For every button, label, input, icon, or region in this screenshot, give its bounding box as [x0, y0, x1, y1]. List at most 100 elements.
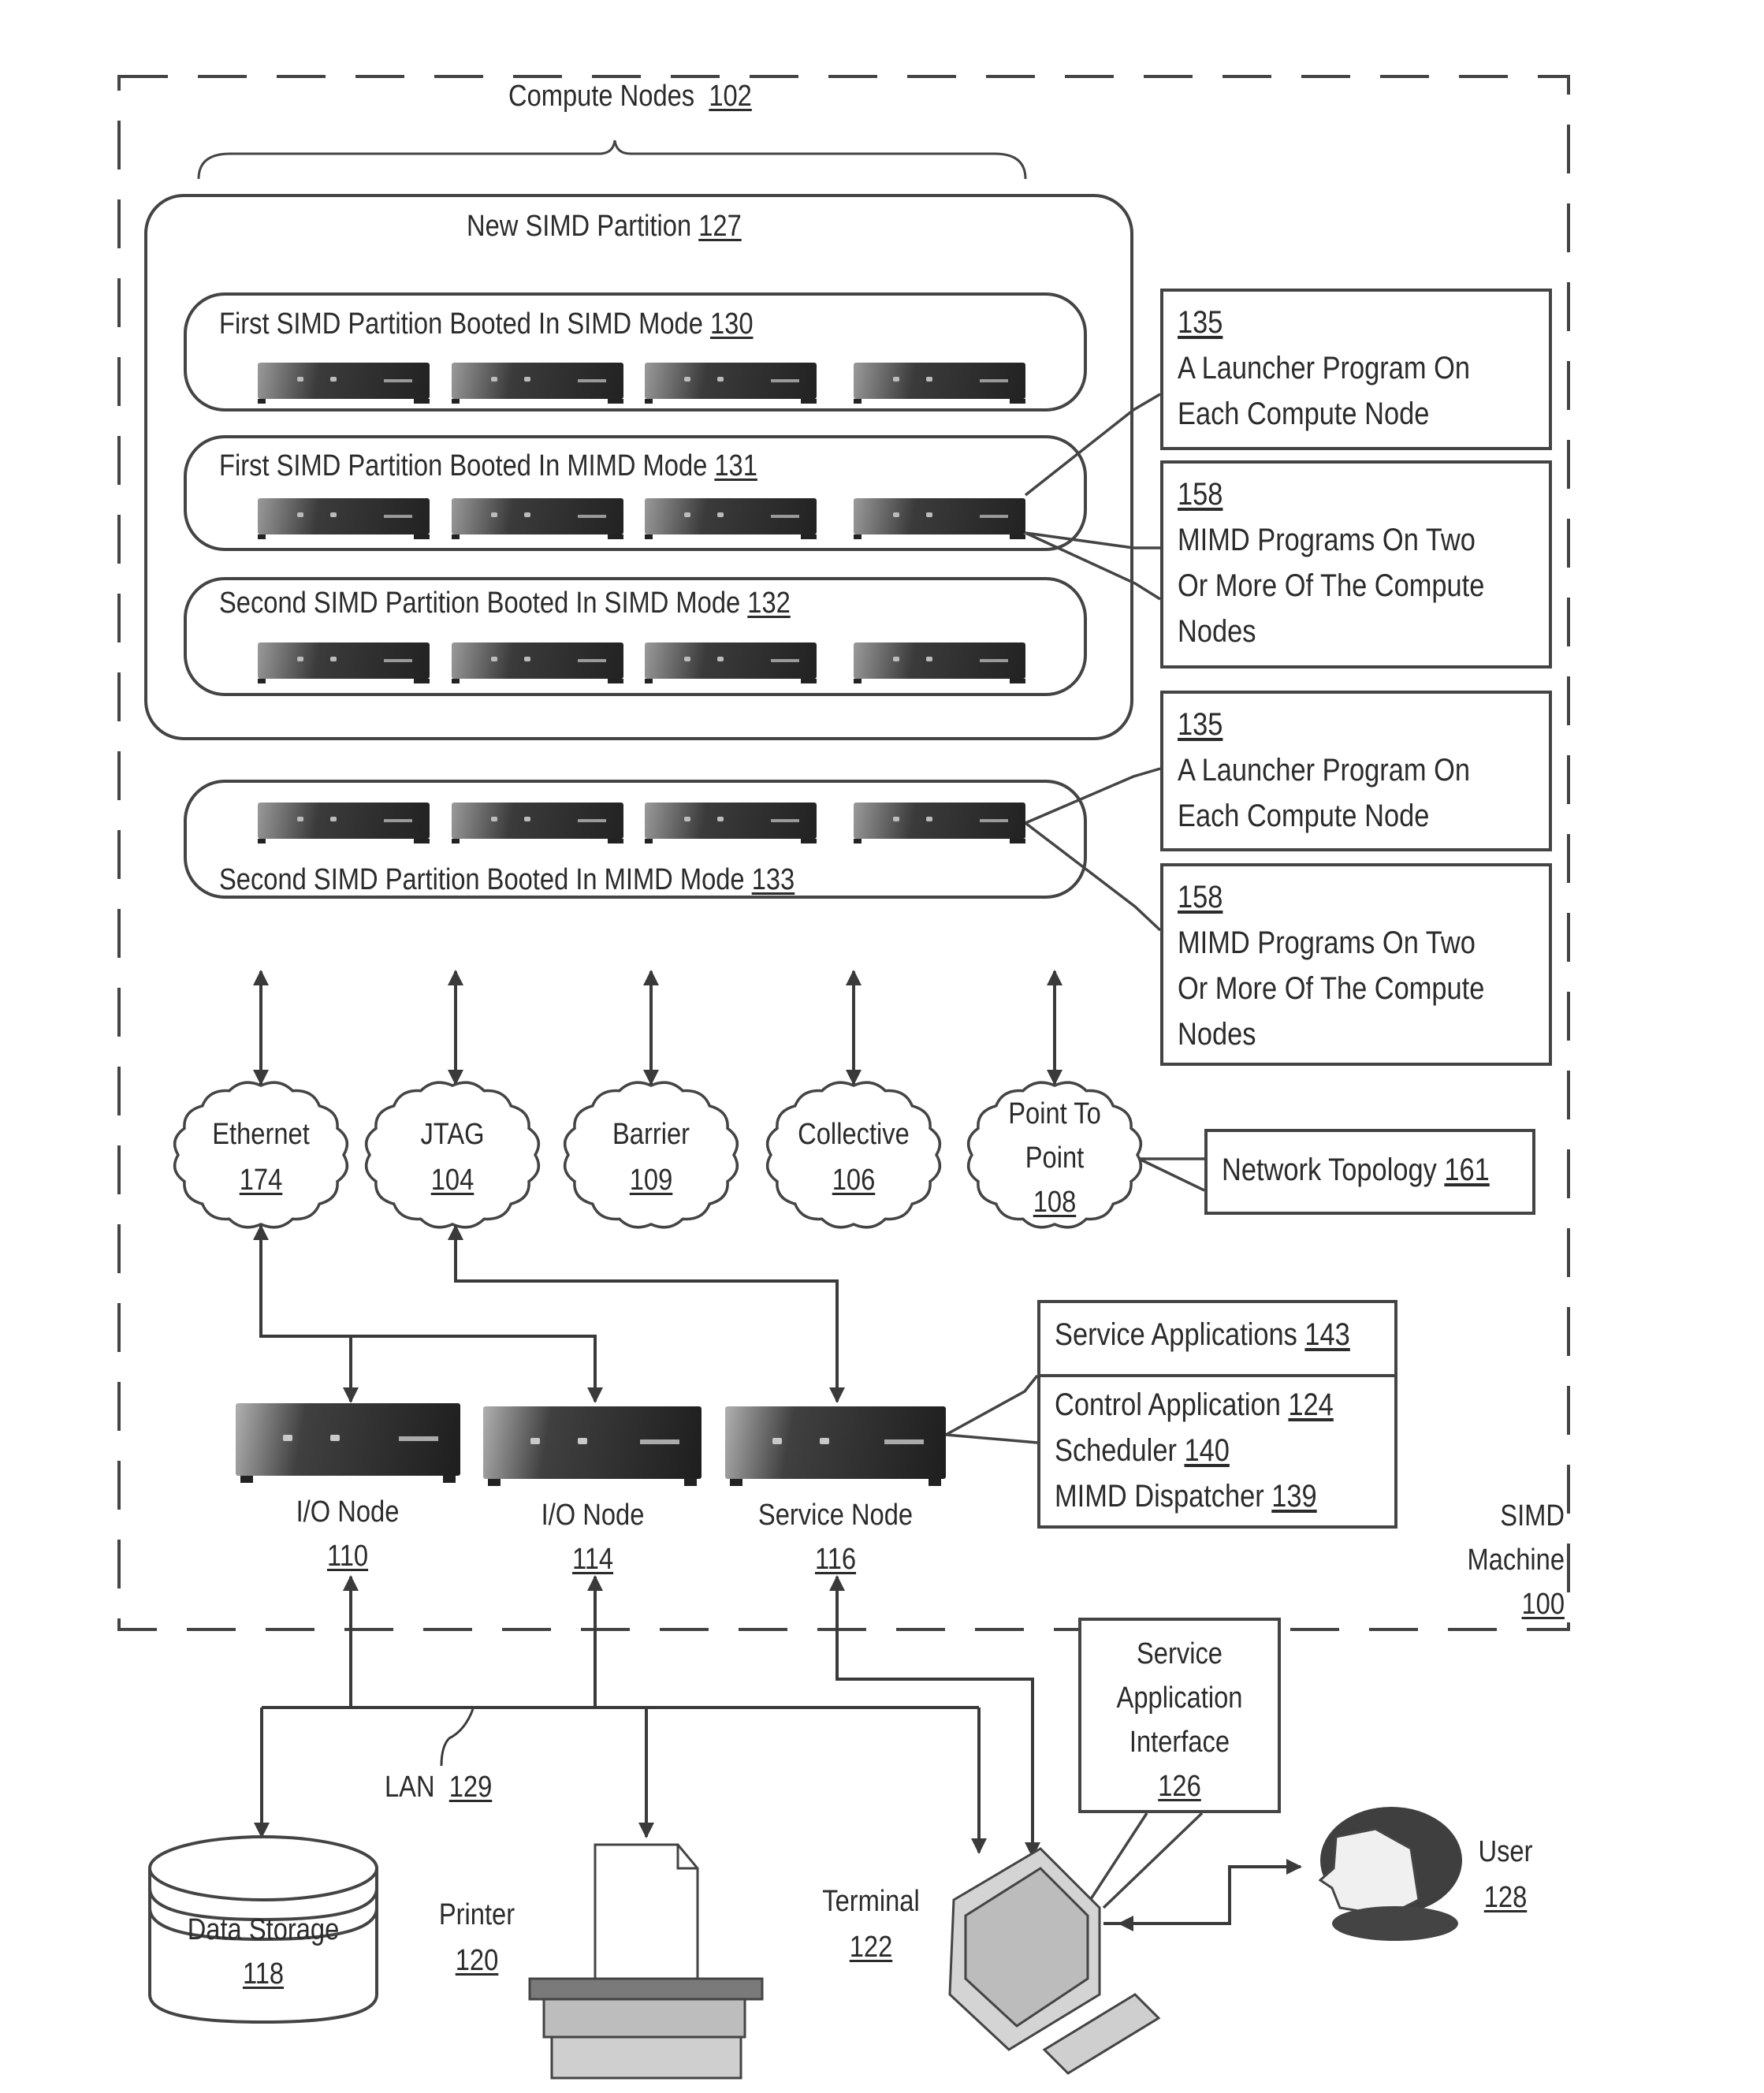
machine-ref: 100 [1521, 1588, 1565, 1621]
sai-line: Interface [1129, 1726, 1230, 1759]
callout-line: MIMD Programs On Two [1178, 925, 1476, 960]
io-node-110 [236, 1403, 460, 1483]
service-applications-box: Service Applications 143 Control Applica… [1037, 1300, 1397, 1529]
callout-line: A Launcher Program On [1178, 753, 1470, 788]
service-node-116-label: Service Node 116 [747, 1493, 924, 1581]
network-topology-text: Network Topology [1222, 1153, 1437, 1187]
partition-130-ref: 130 [709, 307, 754, 341]
partition-132-ref: 132 [747, 587, 791, 620]
callout-line: Nodes [1178, 1017, 1256, 1052]
network-name: Collective [798, 1118, 910, 1151]
partition-131-text: First SIMD Partition Booted In MIMD Mode [219, 449, 708, 482]
device-ref: 120 [455, 1944, 499, 1977]
callout-ref: 135 [1178, 305, 1223, 340]
sai-ref: 126 [1158, 1770, 1201, 1803]
compute-node-icon [258, 363, 430, 404]
new-partition-label: New SIMD Partition 127 [467, 211, 742, 241]
new-partition-text: New SIMD Partition [467, 210, 692, 243]
service-node-116 [725, 1406, 946, 1486]
partition-133-text: Second SIMD Partition Booted In MIMD Mod… [219, 863, 745, 896]
data-storage-label: Data Storage 118 [182, 1908, 344, 1996]
compute-node-icon [645, 363, 817, 404]
callout-connectors [1024, 393, 1162, 932]
network-ref: 108 [1033, 1186, 1077, 1219]
callout-box-135-a: 135 A Launcher Program On Each Compute Nod… [1160, 289, 1552, 450]
partition-132-text: Second SIMD Partition Booted In SIMD Mod… [219, 587, 741, 620]
callout-line: A Launcher Program On [1178, 351, 1470, 385]
network-topology-box: Network Topology 161 [1204, 1129, 1535, 1215]
sai-line: Application [1116, 1681, 1243, 1715]
device-ref: 128 [1483, 1881, 1528, 1914]
partition-131-ref: 131 [714, 449, 757, 482]
node-ref: 116 [814, 1543, 857, 1576]
compute-node-icon [258, 642, 430, 683]
printer-icon [528, 1843, 764, 2080]
sai-text: Service Application Interface 126 [1095, 1632, 1263, 1808]
io-node-114-label: I/O Node 114 [525, 1493, 661, 1581]
compute-node-icon [258, 803, 430, 844]
compute-node-icon [645, 803, 817, 844]
service-app-item-label: Control Application [1055, 1387, 1281, 1422]
network-arrows [253, 970, 1062, 1086]
compute-nodes-ref: 102 [709, 80, 752, 113]
machine-name: SIMD [1500, 1499, 1565, 1533]
compute-nodes-label: Compute Nodes 102 [508, 81, 752, 111]
service-app-item-label: MIMD Dispatcher [1055, 1479, 1264, 1514]
callout-box-158-b: 158 MIMD Programs On Two Or More Of The Co… [1160, 863, 1552, 1066]
lan-text: LAN [385, 1771, 435, 1804]
io-node-110-label: I/O Node 110 [280, 1490, 415, 1578]
callout-box-158-a: 158 MIMD Programs On Two Or More Of The Co… [1160, 460, 1552, 668]
compute-nodes-brace [197, 140, 1027, 180]
node-ref: 114 [571, 1543, 614, 1576]
callout-box-135-b: 135 A Launcher Program On Each Compute Nod… [1160, 691, 1552, 851]
topology-connector [1138, 1157, 1205, 1192]
device-name: Terminal [822, 1885, 920, 1918]
service-applications-ref: 143 [1304, 1317, 1350, 1352]
compute-node-icon [452, 642, 623, 683]
device-ref: 122 [849, 1931, 893, 1964]
partition-133-label: Second SIMD Partition Booted In MIMD Mod… [219, 865, 795, 895]
terminal-icon [948, 1847, 1161, 2075]
service-app-item-ref: 124 [1288, 1387, 1334, 1422]
network-ref: 174 [239, 1164, 283, 1197]
service-app-item: Control Application 124 [1055, 1382, 1334, 1428]
callout-line: Each Compute Node [1178, 799, 1430, 833]
simd-machine-label: SIMD Machine 100 [1460, 1494, 1565, 1626]
compute-node-icon [452, 498, 623, 539]
service-app-item: MIMD Dispatcher 139 [1055, 1473, 1334, 1519]
terminal-label: Terminal 122 [813, 1879, 929, 1970]
compute-node-icon [452, 803, 623, 844]
compute-node-icon [854, 803, 1025, 844]
network-topology-ref: 161 [1444, 1153, 1490, 1187]
new-partition-ref: 127 [698, 210, 742, 243]
network-name: Ethernet [212, 1118, 310, 1151]
network-jtag-label: JTAG 104 [385, 1112, 520, 1203]
callout-ref: 135 [1178, 707, 1223, 742]
network-name: Point [1025, 1141, 1085, 1175]
compute-node-icon [645, 498, 817, 539]
compute-node-icon [645, 642, 817, 683]
sai-line: Service [1137, 1637, 1223, 1670]
callout-line: Or More Of The Compute [1178, 971, 1485, 1006]
service-app-item-label: Scheduler [1055, 1433, 1177, 1468]
partition-130-label: First SIMD Partition Booted In SIMD Mode… [219, 309, 753, 339]
device-name: Printer [438, 1898, 515, 1931]
network-collective-label: Collective 106 [786, 1112, 921, 1203]
user-icon [1318, 1807, 1462, 1941]
compute-nodes-text: Compute Nodes [508, 80, 695, 113]
network-point-to-point-label: Point To Point 108 [987, 1092, 1122, 1224]
user-label: User 128 [1468, 1829, 1543, 1920]
lan-label: LAN 129 [385, 1772, 492, 1802]
network-ref: 106 [832, 1164, 876, 1197]
network-name: Barrier [612, 1118, 690, 1151]
callout-line: Nodes [1178, 614, 1256, 649]
callout-line: Or More Of The Compute [1178, 568, 1485, 603]
service-app-interface-box: Service Application Interface 126 [1078, 1618, 1281, 1813]
partition-131-label: First SIMD Partition Booted In MIMD Mode… [219, 451, 757, 481]
node-name: Service Node [757, 1499, 914, 1532]
compute-node-icon [854, 498, 1025, 539]
lan-ref: 129 [448, 1771, 493, 1804]
partition-130-text: First SIMD Partition Booted In SIMD Mode [219, 307, 703, 341]
terminal-user-arrows [1103, 1859, 1302, 1931]
callout-line: MIMD Programs On Two [1178, 523, 1476, 557]
